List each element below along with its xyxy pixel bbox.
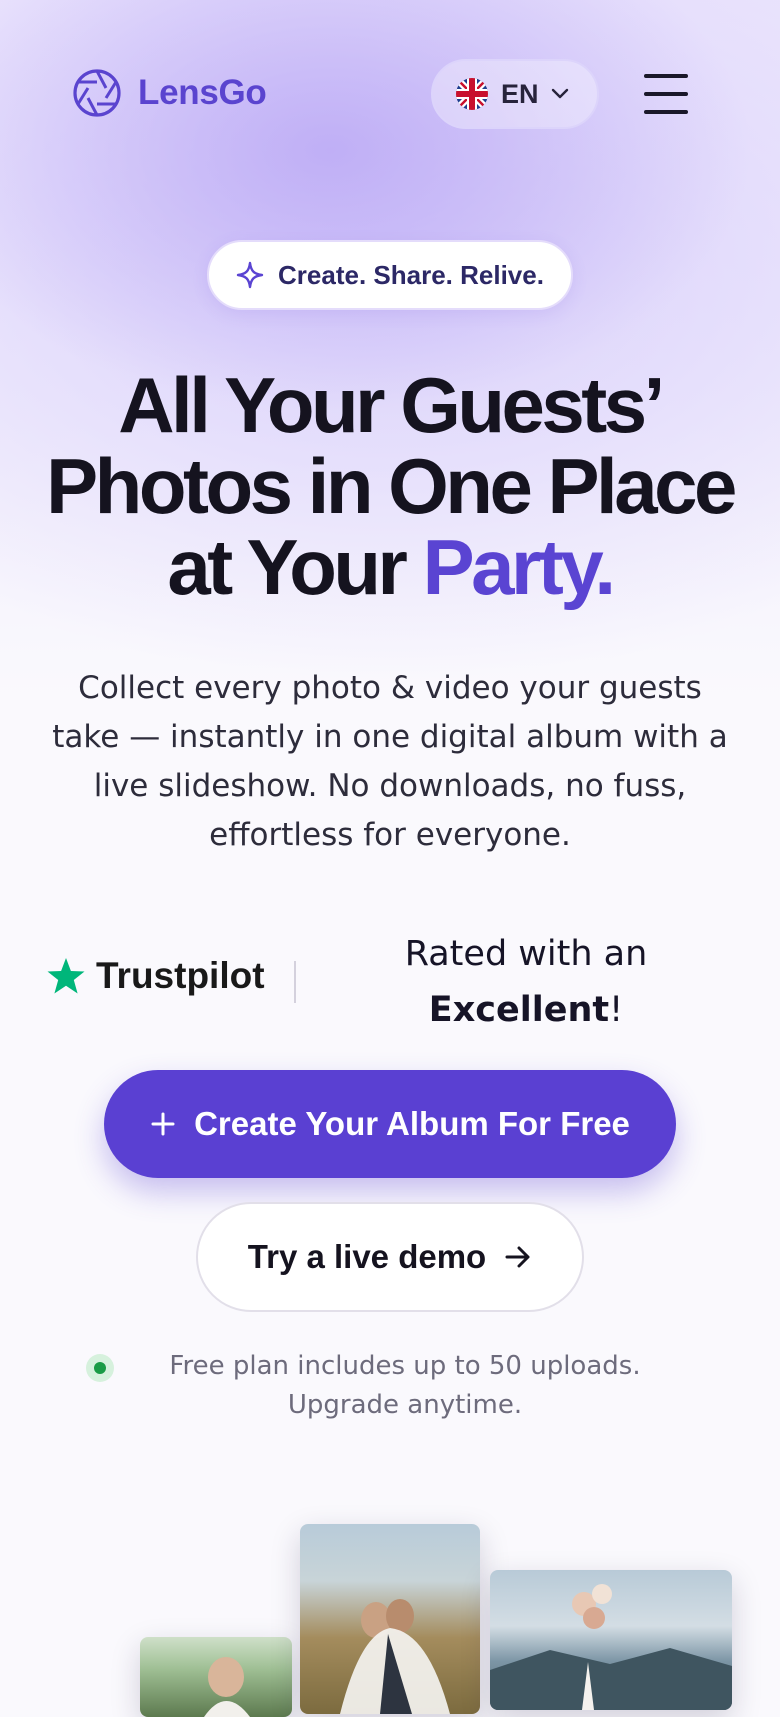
headline-accent: Party. (422, 523, 617, 611)
sparkle-icon (236, 261, 264, 289)
trustpilot-star-icon (47, 958, 85, 994)
divider (294, 961, 296, 1003)
guest-photo (300, 1524, 480, 1714)
create-album-label: Create Your Album For Free (194, 1105, 630, 1142)
rating-suffix: ! (609, 990, 624, 1030)
tagline-text: Create. Share. Relive. (278, 259, 544, 290)
hamburger-menu-icon[interactable] (644, 74, 688, 114)
guest-photo (140, 1637, 292, 1717)
arrow-right-icon (505, 1246, 530, 1268)
menu-bar (644, 110, 688, 114)
live-demo-button[interactable]: Try a live demo (196, 1202, 584, 1312)
menu-bar (644, 74, 688, 78)
photo-figure (204, 1657, 250, 1717)
headline-line-1: All Your Guests’ (118, 361, 665, 449)
hero-description: Collect every photo & video your guests … (52, 670, 728, 853)
rating-text: Rated with an Excellent! (380, 926, 672, 1038)
menu-bar (644, 92, 688, 96)
language-code: EN (501, 78, 539, 109)
headline-line-2: Photos in One Place (46, 442, 737, 530)
rating-value: Excellent (428, 990, 610, 1030)
language-selector[interactable]: EN (431, 59, 599, 129)
trustpilot-badge[interactable]: Trustpilot (46, 955, 296, 1003)
live-demo-label: Try a live demo (247, 1238, 487, 1275)
plus-icon (151, 1112, 175, 1136)
guest-photo (490, 1570, 732, 1710)
free-plan-note: Free plan includes up to 50 uploads. Upg… (169, 1351, 641, 1420)
page-title: All Your Guests’ Photos in One Place at … (20, 365, 760, 608)
aperture-logo-icon (73, 69, 121, 117)
chevron-down-icon (551, 88, 568, 99)
photo-figure (490, 1584, 732, 1710)
logo[interactable]: LensGo (72, 68, 267, 118)
trustpilot-brand: Trustpilot (96, 955, 265, 996)
tagline-badge: Create. Share. Relive. (207, 240, 573, 310)
headline-line-3: at Your (167, 523, 408, 611)
uk-flag-icon (456, 78, 488, 110)
photo-figure (340, 1599, 450, 1714)
create-album-button[interactable]: Create Your Album For Free (104, 1070, 676, 1178)
rating-prefix: Rated with an (404, 934, 648, 974)
logo-text: LensGo (138, 73, 267, 112)
